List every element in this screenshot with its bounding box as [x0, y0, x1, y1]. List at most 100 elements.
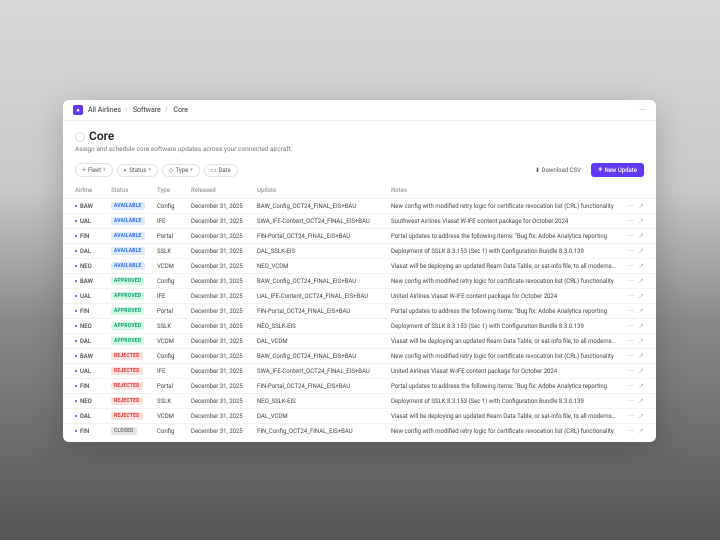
more-icon[interactable]: ⋯ [627, 322, 634, 330]
row-actions: ⋯↗ [620, 292, 644, 300]
status-cell: REJECTED [111, 382, 153, 390]
more-icon[interactable]: ⋯ [627, 292, 634, 300]
status-cell: AVAILABLE [111, 232, 153, 240]
status-badge: AVAILABLE [111, 217, 145, 225]
released-cell: December 31, 2025 [191, 428, 253, 435]
open-icon[interactable]: ↗ [638, 427, 644, 435]
open-icon[interactable]: ↗ [638, 277, 644, 285]
col-status[interactable]: Status [111, 187, 153, 194]
open-icon[interactable]: ↗ [638, 322, 644, 330]
table-row[interactable]: NEOAVAILABLEVCDMDecember 31, 2025NEO_VCD… [63, 258, 656, 273]
status-badge: REJECTED [111, 382, 143, 390]
update-name: FIN-Portal_OCT24_FINAL_EIS+BAU [257, 308, 387, 315]
filter-type[interactable]: ◇Type▾ [162, 164, 200, 177]
table-row[interactable]: FINAPPROVEDPortalDecember 31, 2025FIN-Po… [63, 303, 656, 318]
table-header: Airline Status Type Released Update Note… [63, 183, 656, 198]
topbar: All Airlines› Software/ Core ⋯ [63, 100, 656, 121]
type-cell: VCDM [157, 263, 187, 270]
breadcrumb-page[interactable]: Core [173, 106, 188, 114]
table-row[interactable]: FINREJECTEDPortalDecember 31, 2025FIN-Po… [63, 378, 656, 393]
col-update[interactable]: Update [257, 187, 387, 194]
notes-cell: New config with modified retry logic for… [391, 428, 616, 435]
table-row[interactable]: DALAVAILABLESSLKDecember 31, 2025DAL_SSL… [63, 243, 656, 258]
status-badge: AVAILABLE [111, 262, 145, 270]
open-icon[interactable]: ↗ [638, 232, 644, 240]
open-icon[interactable]: ↗ [638, 367, 644, 375]
more-icon[interactable]: ⋯ [627, 412, 634, 420]
table-row[interactable]: FINCLOSEDConfigDecember 31, 2025FIN_Conf… [63, 423, 656, 438]
tag-icon: ◇ [169, 167, 174, 174]
more-icon[interactable]: ⋯ [627, 277, 634, 285]
open-icon[interactable]: ↗ [638, 262, 644, 270]
col-released[interactable]: Released [191, 187, 253, 194]
table-row[interactable]: UALREJECTEDIFEDecember 31, 2025SWA_IFE-C… [63, 363, 656, 378]
filter-date[interactable]: ▭Date [204, 164, 238, 177]
table-row[interactable]: NEOAPPROVEDSSLKDecember 31, 2025NEO_SSLK… [63, 318, 656, 333]
row-actions: ⋯↗ [620, 427, 644, 435]
open-icon[interactable]: ↗ [638, 412, 644, 420]
row-actions: ⋯↗ [620, 262, 644, 270]
col-notes[interactable]: Notes [391, 187, 616, 194]
more-icon[interactable]: ⋯ [627, 352, 634, 360]
open-icon[interactable]: ↗ [638, 247, 644, 255]
open-icon[interactable]: ↗ [638, 337, 644, 345]
airline-code: DAL [80, 413, 91, 420]
open-icon[interactable]: ↗ [638, 352, 644, 360]
more-icon[interactable]: ⋯ [639, 106, 646, 114]
more-icon[interactable]: ⋯ [627, 307, 634, 315]
table-row[interactable]: BAWREJECTEDConfigDecember 31, 2025BAW_Co… [63, 348, 656, 363]
type-cell: SSLK [157, 323, 187, 330]
dot-icon [75, 205, 77, 207]
breadcrumb-org[interactable]: All Airlines [88, 106, 121, 114]
app-window: All Airlines› Software/ Core ⋯ Core Assi… [63, 100, 656, 442]
open-icon[interactable]: ↗ [638, 292, 644, 300]
more-icon[interactable]: ⋯ [627, 367, 634, 375]
airline-code: BAW [80, 278, 93, 285]
more-icon[interactable]: ⋯ [627, 337, 634, 345]
more-icon[interactable]: ⋯ [627, 262, 634, 270]
status-cell: APPROVED [111, 277, 153, 285]
notes-cell: Viasat will be deploying an updated Ream… [391, 338, 616, 345]
filter-status[interactable]: ◐Status▾ [117, 164, 158, 177]
table-row[interactable]: FINAVAILABLEPortalDecember 31, 2025FIN-P… [63, 228, 656, 243]
breadcrumb: All Airlines› Software/ Core [88, 106, 188, 114]
notes-cell: Portal updates to address the following … [391, 308, 616, 315]
chevron-down-icon: ▾ [190, 167, 193, 173]
col-airline[interactable]: Airline [75, 187, 107, 194]
open-icon[interactable]: ↗ [638, 307, 644, 315]
plus-icon: + [598, 166, 602, 174]
airline-code: FIN [80, 383, 89, 390]
open-icon[interactable]: ↗ [638, 202, 644, 210]
type-cell: Config [157, 353, 187, 360]
table-row[interactable]: UALAVAILABLEIFEDecember 31, 2025SWA_IFE-… [63, 213, 656, 228]
col-type[interactable]: Type [157, 187, 187, 194]
notes-cell: New config with modified retry logic for… [391, 278, 616, 285]
table-row[interactable]: UALAPPROVEDIFEDecember 31, 2025UAL_IFE-C… [63, 288, 656, 303]
dot-icon [75, 355, 77, 357]
breadcrumb-section[interactable]: Software [133, 106, 161, 114]
open-icon[interactable]: ↗ [638, 217, 644, 225]
more-icon[interactable]: ⋯ [627, 397, 634, 405]
table-row[interactable]: NEOREJECTEDSSLKDecember 31, 2025NEO_SSLK… [63, 393, 656, 408]
new-update-button[interactable]: +New Update [591, 163, 644, 177]
status-cell: APPROVED [111, 307, 153, 315]
notes-cell: Southwest Airlines Viasat W-IFE content … [391, 218, 616, 225]
app-logo[interactable] [73, 105, 83, 115]
filter-fleet[interactable]: +Fleet▾ [75, 163, 113, 177]
airline-code: DAL [80, 338, 91, 345]
status-badge: REJECTED [111, 397, 143, 405]
more-icon[interactable]: ⋯ [627, 232, 634, 240]
download-csv-button[interactable]: ⬇ Download CSV [529, 165, 587, 176]
table-row[interactable]: BAWAVAILABLEConfigDecember 31, 2025BAW_C… [63, 198, 656, 213]
status-badge: APPROVED [111, 337, 144, 345]
table-row[interactable]: DALREJECTEDVCDMDecember 31, 2025DAL_VCDM… [63, 408, 656, 423]
more-icon[interactable]: ⋯ [627, 247, 634, 255]
table-row[interactable]: BAWAPPROVEDConfigDecember 31, 2025BAW_Co… [63, 273, 656, 288]
table-row[interactable]: DALAPPROVEDVCDMDecember 31, 2025DAL_VCDM… [63, 333, 656, 348]
more-icon[interactable]: ⋯ [627, 382, 634, 390]
open-icon[interactable]: ↗ [638, 397, 644, 405]
more-icon[interactable]: ⋯ [627, 202, 634, 210]
open-icon[interactable]: ↗ [638, 382, 644, 390]
more-icon[interactable]: ⋯ [627, 217, 634, 225]
more-icon[interactable]: ⋯ [627, 427, 634, 435]
